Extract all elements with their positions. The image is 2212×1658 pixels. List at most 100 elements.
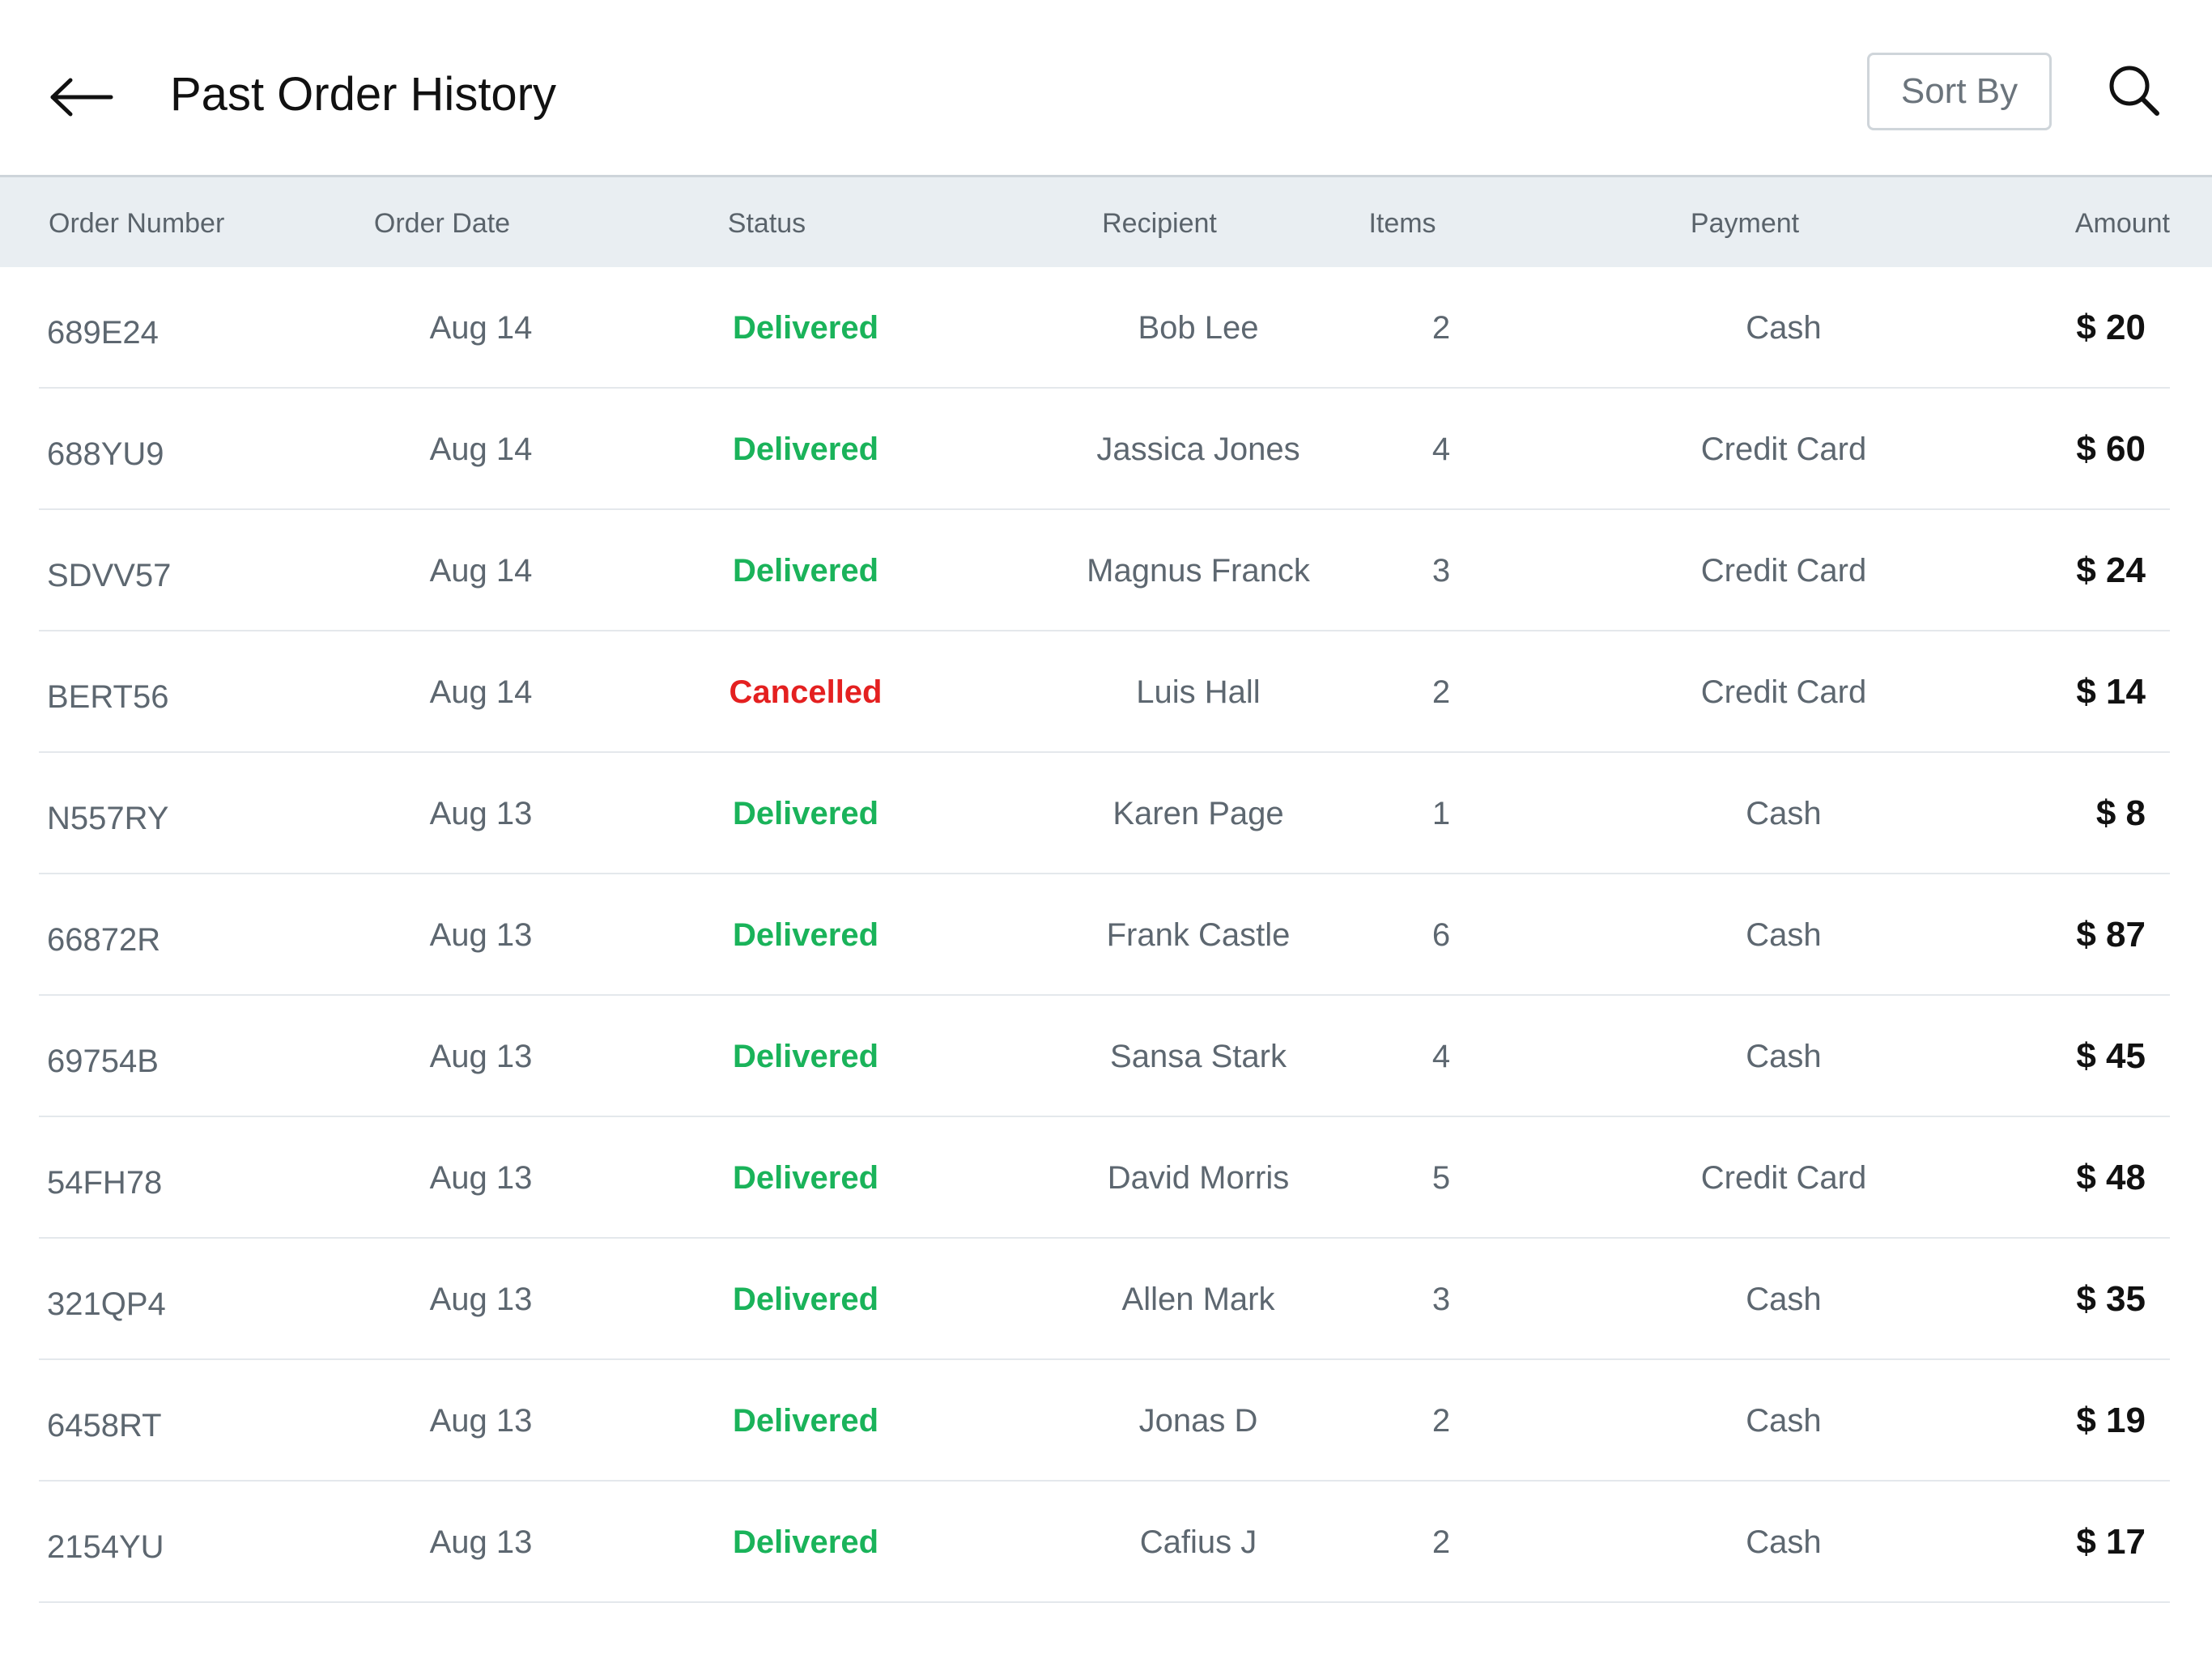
order-items: 2 <box>1431 310 1451 346</box>
order-items: 3 <box>1431 553 1451 589</box>
table-row[interactable]: 6458RT Aug 13 Delivered Jonas D 2 Cash $… <box>39 1360 2170 1482</box>
order-amount: $ 60 <box>2076 429 2146 469</box>
order-recipient: Cafius J <box>1139 1524 1257 1560</box>
order-number: 54FH78 <box>47 1165 163 1201</box>
column-header-order-number[interactable]: Order Number <box>49 177 224 270</box>
order-date: Aug 13 <box>429 1403 533 1439</box>
order-number: BERT56 <box>47 679 169 715</box>
order-date: Aug 13 <box>429 1282 533 1317</box>
table-header: Order Number Order Date Status Recipient… <box>0 175 2212 267</box>
column-header-order-date[interactable]: Order Date <box>321 177 564 270</box>
table-row[interactable]: BERT56 Aug 14 Cancelled Luis Hall 2 Cred… <box>39 631 2170 753</box>
order-status: Delivered <box>732 1282 879 1317</box>
order-recipient: David Morris <box>1107 1160 1290 1196</box>
order-status: Delivered <box>732 917 879 953</box>
search-icon <box>2109 66 2159 116</box>
order-payment: Cash <box>1746 1282 1822 1317</box>
order-items: 4 <box>1431 432 1451 467</box>
order-items: 2 <box>1431 1524 1451 1560</box>
order-items: 2 <box>1431 1403 1451 1439</box>
order-status: Cancelled <box>729 674 883 710</box>
order-payment: Cash <box>1746 796 1822 831</box>
sort-by-button[interactable]: Sort By <box>1867 53 2052 130</box>
column-header-status[interactable]: Status <box>645 177 888 270</box>
order-amount: $ 17 <box>2076 1522 2146 1562</box>
order-recipient: Karen Page <box>1112 796 1284 831</box>
order-payment: Cash <box>1746 1524 1822 1560</box>
order-date: Aug 13 <box>429 796 533 831</box>
order-recipient: Sansa Stark <box>1110 1039 1287 1074</box>
order-number: 688YU9 <box>47 436 164 472</box>
order-payment: Cash <box>1746 1039 1822 1074</box>
order-recipient: Frank Castle <box>1106 917 1291 953</box>
table-row[interactable]: 69754B Aug 13 Delivered Sansa Stark 4 Ca… <box>39 996 2170 1117</box>
order-recipient: Magnus Franck <box>1087 553 1310 589</box>
table-row[interactable]: SDVV57 Aug 14 Delivered Magnus Franck 3 … <box>39 510 2170 631</box>
order-amount: $ 45 <box>2076 1036 2146 1076</box>
order-amount: $ 8 <box>2095 793 2146 833</box>
order-items: 5 <box>1431 1160 1451 1196</box>
table-row[interactable]: 66872R Aug 13 Delivered Frank Castle 6 C… <box>39 874 2170 996</box>
order-date: Aug 14 <box>429 674 533 710</box>
order-amount: $ 19 <box>2076 1401 2146 1440</box>
order-number: 6458RT <box>47 1408 162 1443</box>
order-number: 321QP4 <box>47 1286 166 1322</box>
order-items: 2 <box>1431 674 1451 710</box>
table-row[interactable]: 54FH78 Aug 13 Delivered David Morris 5 C… <box>39 1117 2170 1239</box>
order-status: Delivered <box>732 1039 879 1074</box>
order-number: SDVV57 <box>47 558 172 593</box>
order-number: 66872R <box>47 922 161 958</box>
order-recipient: Bob Lee <box>1138 310 1259 346</box>
table-row[interactable]: 2154YU Aug 13 Delivered Cafius J 2 Cash … <box>39 1482 2170 1603</box>
order-status: Delivered <box>732 310 879 346</box>
order-number: N557RY <box>47 801 169 836</box>
column-header-amount[interactable]: Amount <box>2075 177 2170 270</box>
order-status: Delivered <box>732 553 879 589</box>
table-row[interactable]: 688YU9 Aug 14 Delivered Jassica Jones 4 … <box>39 389 2170 510</box>
order-amount: $ 24 <box>2076 551 2146 590</box>
search-button[interactable] <box>2104 60 2165 121</box>
order-number: 689E24 <box>47 315 159 351</box>
column-header-items[interactable]: Items <box>1281 177 1524 270</box>
order-items: 1 <box>1431 796 1451 831</box>
order-status: Delivered <box>732 796 879 831</box>
order-payment: Cash <box>1746 310 1822 346</box>
order-date: Aug 13 <box>429 1160 533 1196</box>
order-recipient: Jonas D <box>1138 1403 1258 1439</box>
order-payment: Credit Card <box>1700 674 1867 710</box>
order-amount: $ 14 <box>2076 672 2146 712</box>
order-items: 3 <box>1431 1282 1451 1317</box>
order-number: 69754B <box>47 1044 159 1079</box>
order-status: Delivered <box>732 1403 879 1439</box>
order-items: 6 <box>1431 917 1451 953</box>
table-row[interactable]: 689E24 Aug 14 Delivered Bob Lee 2 Cash $… <box>39 267 2170 389</box>
order-amount: $ 87 <box>2076 915 2146 954</box>
order-payment: Credit Card <box>1700 553 1867 589</box>
table-row[interactable]: 321QP4 Aug 13 Delivered Allen Mark 3 Cas… <box>39 1239 2170 1360</box>
order-status: Delivered <box>732 1524 879 1560</box>
order-date: Aug 13 <box>429 917 533 953</box>
order-date: Aug 14 <box>429 553 533 589</box>
order-date: Aug 14 <box>429 310 533 346</box>
order-payment: Credit Card <box>1700 432 1867 467</box>
order-recipient: Jassica Jones <box>1096 432 1300 467</box>
order-items: 4 <box>1431 1039 1451 1074</box>
order-recipient: Luis Hall <box>1136 674 1261 710</box>
orders-table: 689E24 Aug 14 Delivered Bob Lee 2 Cash $… <box>0 267 2212 1603</box>
order-status: Delivered <box>732 1160 879 1196</box>
order-amount: $ 20 <box>2076 308 2146 347</box>
column-header-payment[interactable]: Payment <box>1583 177 1907 270</box>
order-recipient: Allen Mark <box>1121 1282 1275 1317</box>
page-title: Past Order History <box>170 68 556 121</box>
order-date: Aug 14 <box>429 432 533 467</box>
order-date: Aug 13 <box>429 1524 533 1560</box>
order-payment: Credit Card <box>1700 1160 1867 1196</box>
top-bar: Past Order History Sort By <box>0 0 2212 175</box>
order-amount: $ 48 <box>2076 1158 2146 1197</box>
back-button[interactable] <box>45 65 118 130</box>
table-row[interactable]: N557RY Aug 13 Delivered Karen Page 1 Cas… <box>39 753 2170 874</box>
order-amount: $ 35 <box>2076 1279 2146 1319</box>
order-number: 2154YU <box>47 1529 164 1565</box>
order-payment: Cash <box>1746 1403 1822 1439</box>
arrow-left-icon <box>50 78 113 117</box>
